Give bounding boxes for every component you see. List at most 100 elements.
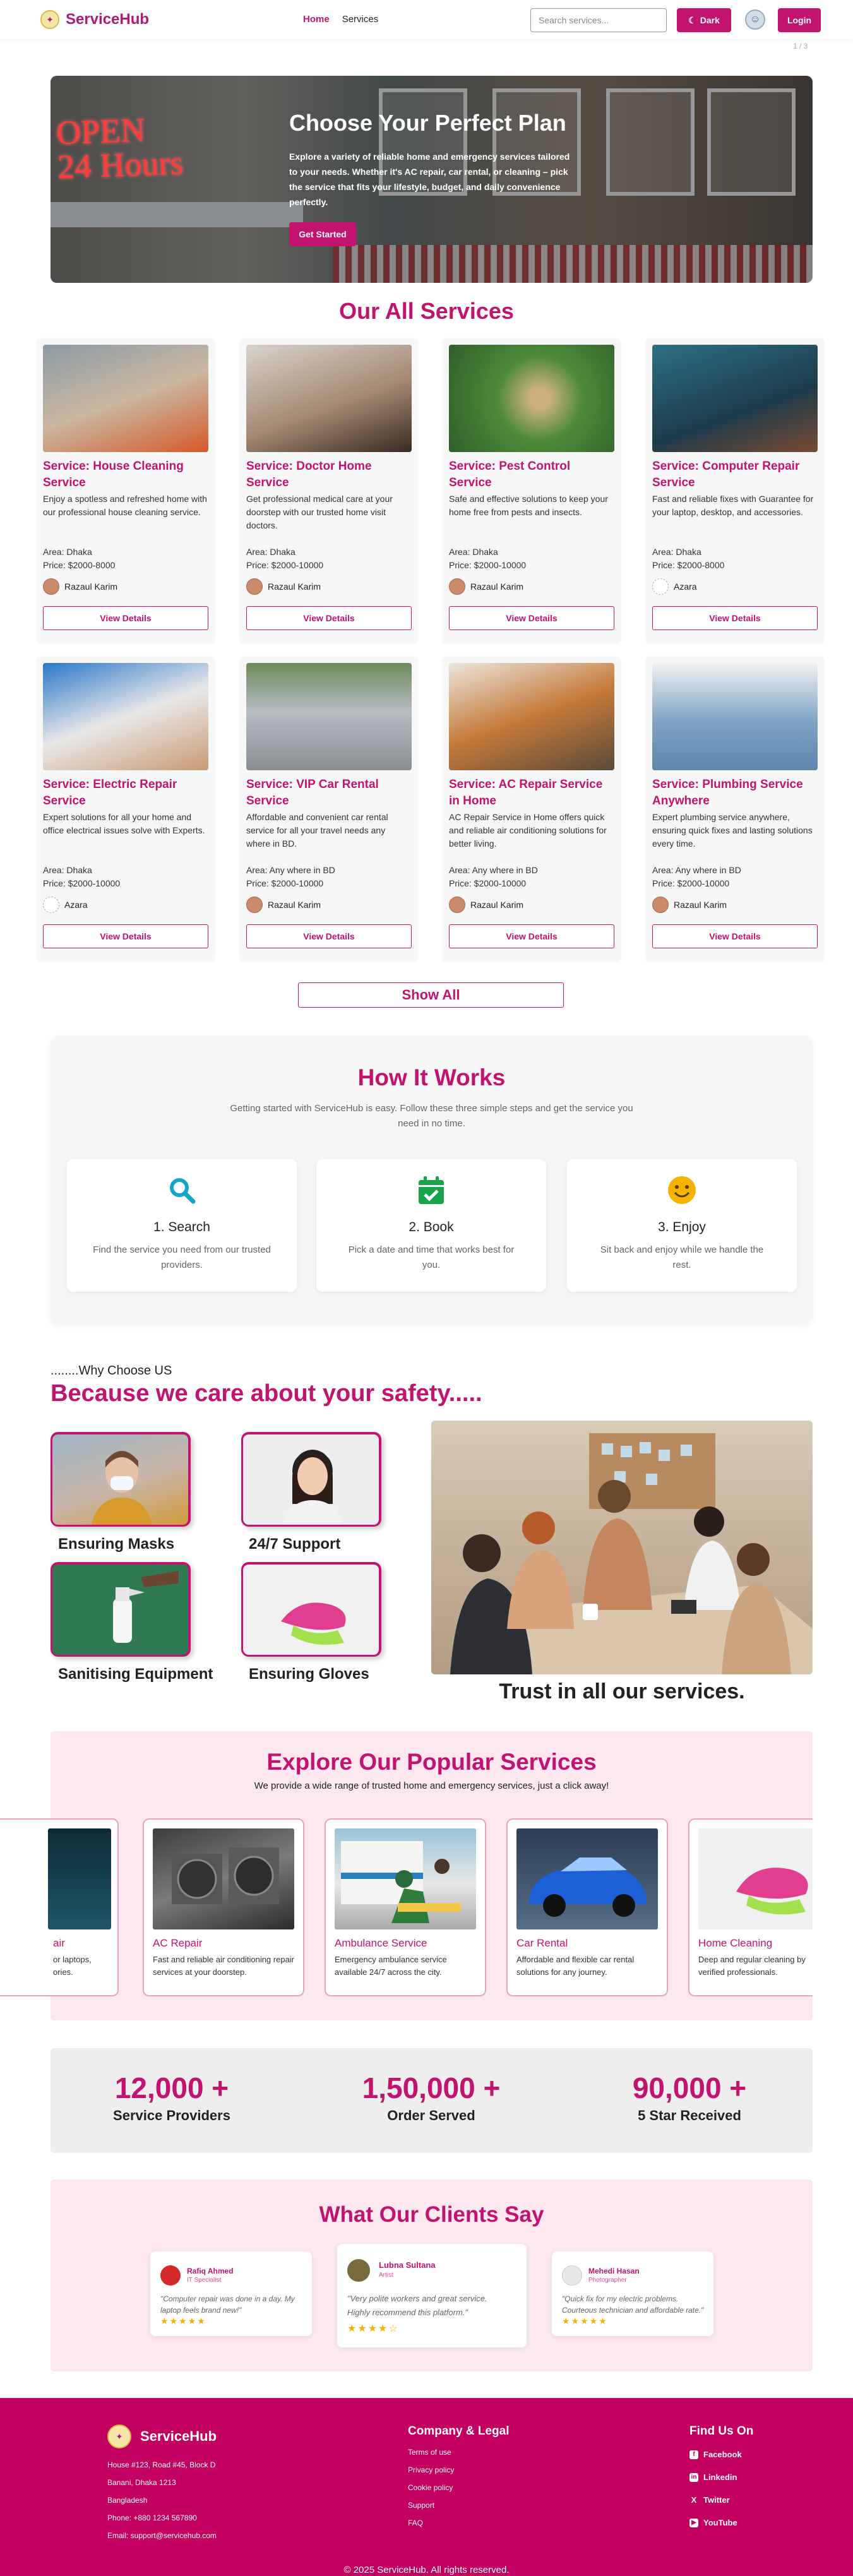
explore-card-ac-repair[interactable]: AC Repair Fast and reliable air conditio… [143, 1818, 304, 1996]
service-price: Price: $2000-10000 [449, 560, 527, 570]
owner-name: Azara [64, 900, 88, 910]
explore-card-desc: Emergency ambulance service available 24… [335, 1955, 447, 1977]
dark-mode-button[interactable]: ☾ Dark [677, 8, 731, 32]
stat-orders: 1,50,000 + Order Served [337, 2071, 526, 2124]
service-price: Price: $2000-10000 [449, 878, 527, 888]
nav-link-home[interactable]: Home [303, 14, 330, 25]
service-price: Price: $2000-8000 [43, 560, 116, 570]
nav-link-services[interactable]: Services [342, 14, 379, 25]
testimonial-text: "Quick fix for my electric problems. Cou… [562, 2294, 704, 2315]
brand-logo[interactable]: ✦ ServiceHub [40, 10, 149, 29]
show-all-button[interactable]: Show All [298, 982, 564, 1008]
explore-subtitle: We provide a wide range of trusted home … [254, 1780, 609, 1791]
testimonial-role: IT Specialist [187, 2277, 222, 2284]
how-subtitle: Getting started with ServiceHub is easy.… [230, 1103, 633, 1129]
testimonials-section: What Our Clients Say Rafiq Ahmed IT Spec… [51, 2179, 813, 2371]
footer-link-cookie[interactable]: Cookie policy [408, 2479, 509, 2496]
get-started-button[interactable]: Get Started [289, 222, 356, 246]
phone-line: Phone: +880 1234 567890 [107, 2513, 197, 2522]
explore-card-home-cleaning[interactable]: Home Cleaning Deep and regular cleaning … [688, 1818, 813, 1996]
moon-icon: ☾ [688, 15, 696, 25]
testimonial-name: Lubna Sultana [379, 2260, 436, 2270]
owner-name: Razaul Karim [674, 900, 727, 910]
user-avatar[interactable]: ☺ [745, 9, 765, 30]
footer-link-faq[interactable]: FAQ [408, 2514, 509, 2532]
logo-icon: ✦ [40, 10, 59, 29]
explore-card-car-rental[interactable]: Car Rental Affordable and flexible car r… [506, 1818, 668, 1996]
facebook-icon: f [689, 2450, 698, 2459]
explore-card-computer-repair[interactable]: air or laptops, ories. [0, 1818, 119, 1996]
footer-link-privacy[interactable]: Privacy policy [408, 2461, 509, 2479]
testimonial-role: Artist [379, 2272, 393, 2279]
logo-icon: ✦ [107, 2424, 131, 2448]
view-details-button[interactable]: View Details [652, 606, 818, 630]
search-input[interactable]: Search services... [530, 8, 667, 32]
explore-card-desc: Deep and regular cleaning by verified pr… [698, 1955, 806, 1977]
explore-title: Explore Our Popular Services [266, 1749, 597, 1775]
step-title: 3. Enjoy [658, 1220, 706, 1234]
social-link-twitter[interactable]: X Twitter [689, 2489, 753, 2512]
footer-link-support[interactable]: Support [408, 2496, 509, 2514]
hero-banner: OPEN 24 Hours Choose Your Perfect Plan Ex… [51, 76, 813, 283]
footer-social: Find Us On f Facebook in Linkedin X Twitter… [689, 2424, 753, 2534]
feature-image [241, 1432, 381, 1527]
stat-label: Order Served [387, 2108, 475, 2123]
stat-label: 5 Star Received [638, 2108, 741, 2123]
owner-name: Razaul Karim [470, 900, 524, 910]
view-details-button[interactable]: View Details [449, 606, 614, 630]
avatar [246, 578, 263, 595]
hero-subtitle: Explore a variety of reliable home and e… [289, 152, 570, 207]
service-desc: Get professional medical care at your do… [246, 494, 393, 530]
view-details-button[interactable]: View Details [449, 924, 614, 948]
testimonial-name: Mehedi Hasan [588, 2267, 640, 2275]
footer-legal-title: Company & Legal [408, 2424, 510, 2438]
step-title: 2. Book [409, 1220, 454, 1234]
service-area: Area: Dhaka [43, 547, 92, 557]
service-card: Service: Computer Repair Service Fast and… [646, 338, 824, 643]
social-link-youtube[interactable]: ▶ YouTube [689, 2512, 753, 2534]
smile-icon [567, 1174, 797, 1206]
x-twitter-icon: X [691, 2495, 697, 2505]
testimonial-card: Lubna Sultana Artist "Very polite worker… [337, 2244, 527, 2347]
service-card: Service: Plumbing Service Anywhere Expert… [646, 657, 824, 961]
owner-name: Razaul Karim [470, 581, 524, 592]
service-card: Service: Doctor Home Service Get professi… [240, 338, 418, 643]
view-details-button[interactable]: View Details [43, 606, 208, 630]
service-owner: Razaul Karim [449, 897, 523, 913]
service-price: Price: $2000-10000 [652, 878, 730, 888]
service-title: Service: Electric Repair Service [43, 778, 177, 808]
rating-stars: ★★★★★ [562, 2316, 608, 2326]
service-image [43, 345, 208, 452]
service-desc: Fast and reliable fixes with Guarantee f… [652, 494, 814, 517]
footer-link-terms[interactable]: Terms of use [408, 2443, 509, 2461]
explore-card-image [698, 1828, 813, 1929]
feature-label: 24/7 Support [249, 1535, 341, 1553]
stat-value: 90,000 + [632, 2072, 747, 2104]
view-details-button[interactable]: View Details [652, 924, 818, 948]
step-card-search: 1. Search Find the service you need from… [67, 1159, 297, 1292]
step-card-enjoy: 3. Enjoy Sit back and enjoy while we han… [567, 1159, 797, 1292]
service-owner: Razaul Karim [652, 897, 727, 913]
view-details-button[interactable]: View Details [43, 924, 208, 948]
slide-counter: 1 / 3 [793, 42, 808, 51]
avatar [652, 578, 669, 595]
view-details-button[interactable]: View Details [246, 606, 412, 630]
service-image [652, 345, 818, 452]
social-link-facebook[interactable]: f Facebook [689, 2443, 753, 2466]
stat-label: Service Providers [113, 2108, 230, 2123]
service-card: Service: Pest Control Service Safe and ef… [443, 338, 621, 643]
login-button[interactable]: Login [778, 8, 821, 32]
owner-name: Razaul Karim [268, 581, 321, 592]
footer-legal: Company & Legal Terms of use Privacy pol… [408, 2424, 509, 2532]
avatar [43, 578, 59, 595]
step-desc: Pick a date and time that works best for… [348, 1244, 515, 1270]
explore-card-ambulance[interactable]: Ambulance Service Emergency ambulance se… [325, 1818, 486, 1996]
neon-open-sign: OPEN 24 Hours [56, 110, 184, 186]
testimonial-card: Rafiq Ahmed IT Specialist "Computer repa… [150, 2251, 312, 2336]
footer-brand[interactable]: ✦ ServiceHub [107, 2424, 217, 2448]
explore-card-title: Home Cleaning [698, 1937, 773, 1949]
service-area: Area: Dhaka [43, 865, 92, 875]
social-link-linkedin[interactable]: in Linkedin [689, 2466, 753, 2489]
rating-stars: ★★★★☆ [347, 2323, 399, 2334]
view-details-button[interactable]: View Details [246, 924, 412, 948]
